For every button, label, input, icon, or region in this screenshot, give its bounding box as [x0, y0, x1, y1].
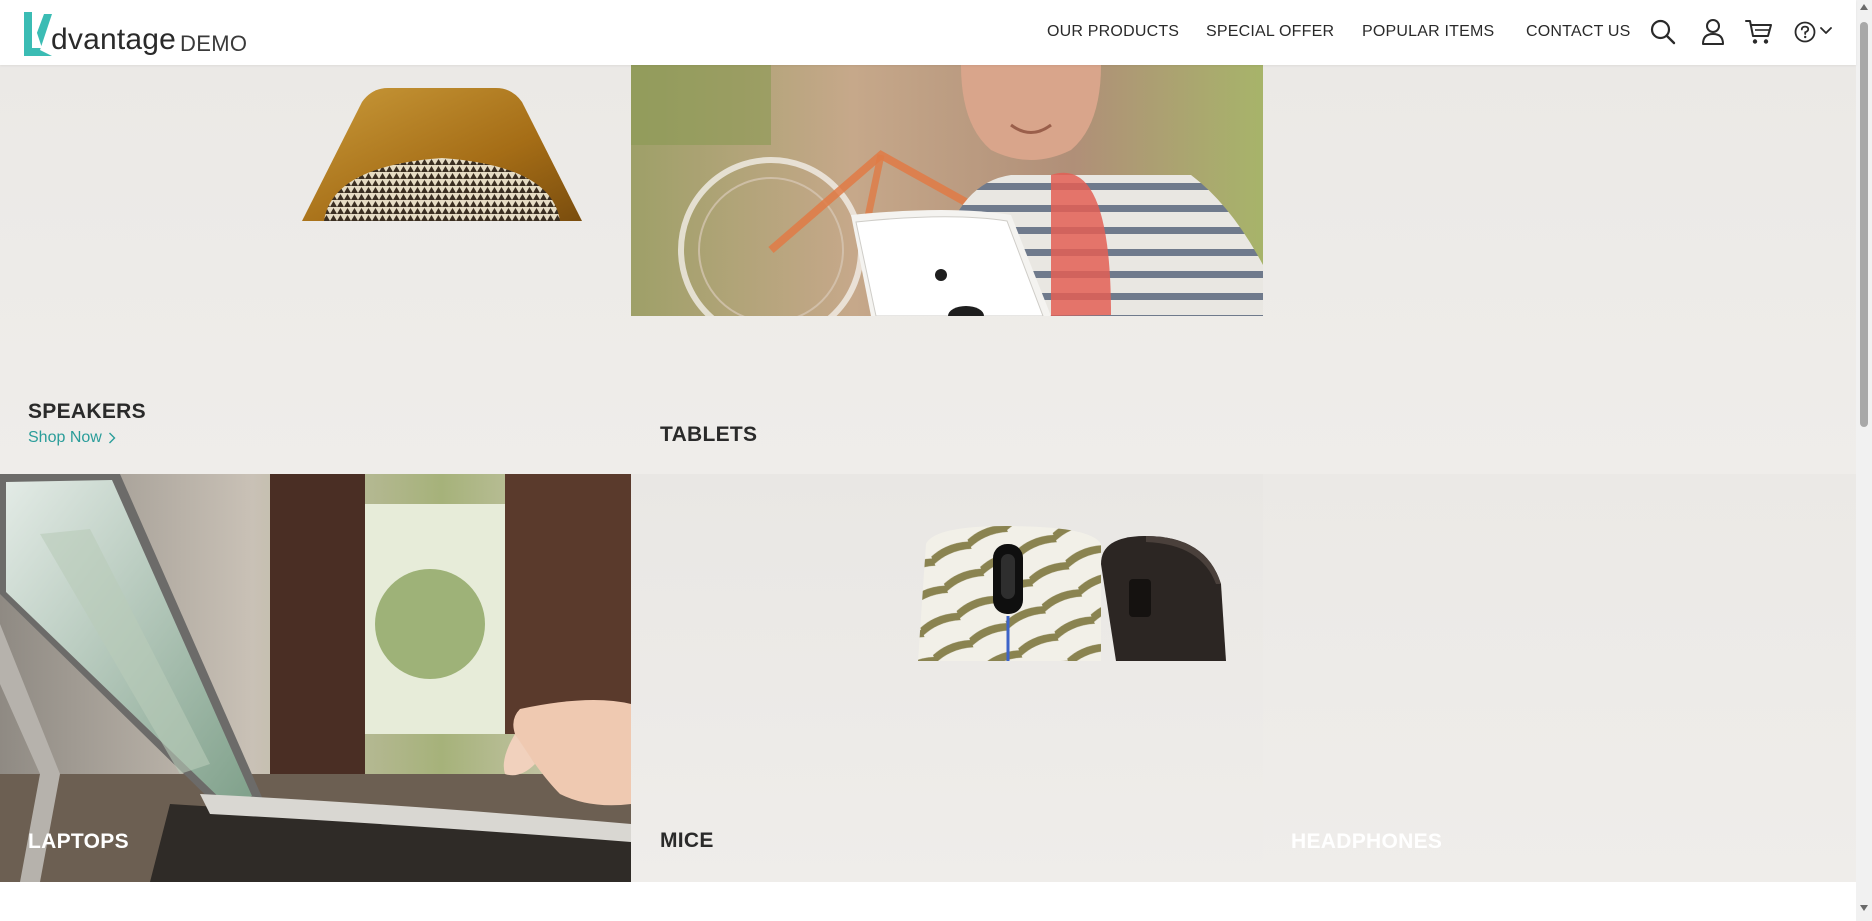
speaker-image	[302, 88, 582, 221]
tablets-photo	[631, 65, 1263, 316]
category-name-speakers[interactable]: SPEAKERS	[28, 400, 146, 424]
category-tile-headphones[interactable]: HEADPHONES	[1263, 474, 1856, 882]
scroll-down-arrow-icon[interactable]	[1860, 905, 1868, 911]
logo[interactable]: dvantage DEMO	[22, 8, 247, 58]
search-icon[interactable]	[1649, 18, 1677, 46]
category-tile-laptops[interactable]: LAPTOPS	[0, 474, 631, 882]
category-name-mice[interactable]: MICE	[660, 829, 714, 853]
shop-now-label: Shop Now	[28, 429, 102, 446]
nav-contact-us[interactable]: CONTACT US	[1526, 23, 1631, 41]
category-tile-speakers[interactable]: SPEAKERS Shop Now	[0, 65, 631, 474]
cart-icon[interactable]	[1745, 18, 1773, 46]
category-tile-tablets[interactable]: TABLETS	[631, 65, 1263, 474]
logo-text: dvantage	[51, 23, 177, 56]
chevron-right-icon	[108, 432, 116, 444]
category-tile-mice[interactable]: MICE	[631, 474, 1263, 882]
category-name-tablets[interactable]: TABLETS	[660, 423, 757, 447]
scroll-up-arrow-icon[interactable]	[1860, 4, 1868, 10]
category-tile-empty	[1263, 65, 1856, 474]
help-icon[interactable]	[1794, 21, 1816, 43]
scrollbar-thumb[interactable]	[1860, 22, 1868, 427]
category-name-headphones[interactable]: HEADPHONES	[1291, 830, 1442, 854]
logo-mark-icon	[24, 12, 52, 56]
logo-subtext: DEMO	[180, 31, 248, 56]
site-header: dvantage DEMO OUR PRODUCTS SPECIAL OFFER…	[0, 0, 1856, 65]
nav-popular-items[interactable]: POPULAR ITEMS	[1362, 23, 1494, 41]
shop-now-link[interactable]: Shop Now	[28, 429, 116, 447]
laptops-photo	[0, 474, 631, 882]
chevron-down-icon[interactable]	[1820, 27, 1832, 35]
page-scrollbar[interactable]	[1856, 0, 1872, 921]
category-name-laptops[interactable]: LAPTOPS	[28, 830, 129, 854]
nav-special-offer[interactable]: SPECIAL OFFER	[1206, 23, 1334, 41]
mice-image	[918, 526, 1226, 661]
nav-our-products[interactable]: OUR PRODUCTS	[1047, 23, 1179, 41]
user-icon[interactable]	[1700, 18, 1726, 46]
